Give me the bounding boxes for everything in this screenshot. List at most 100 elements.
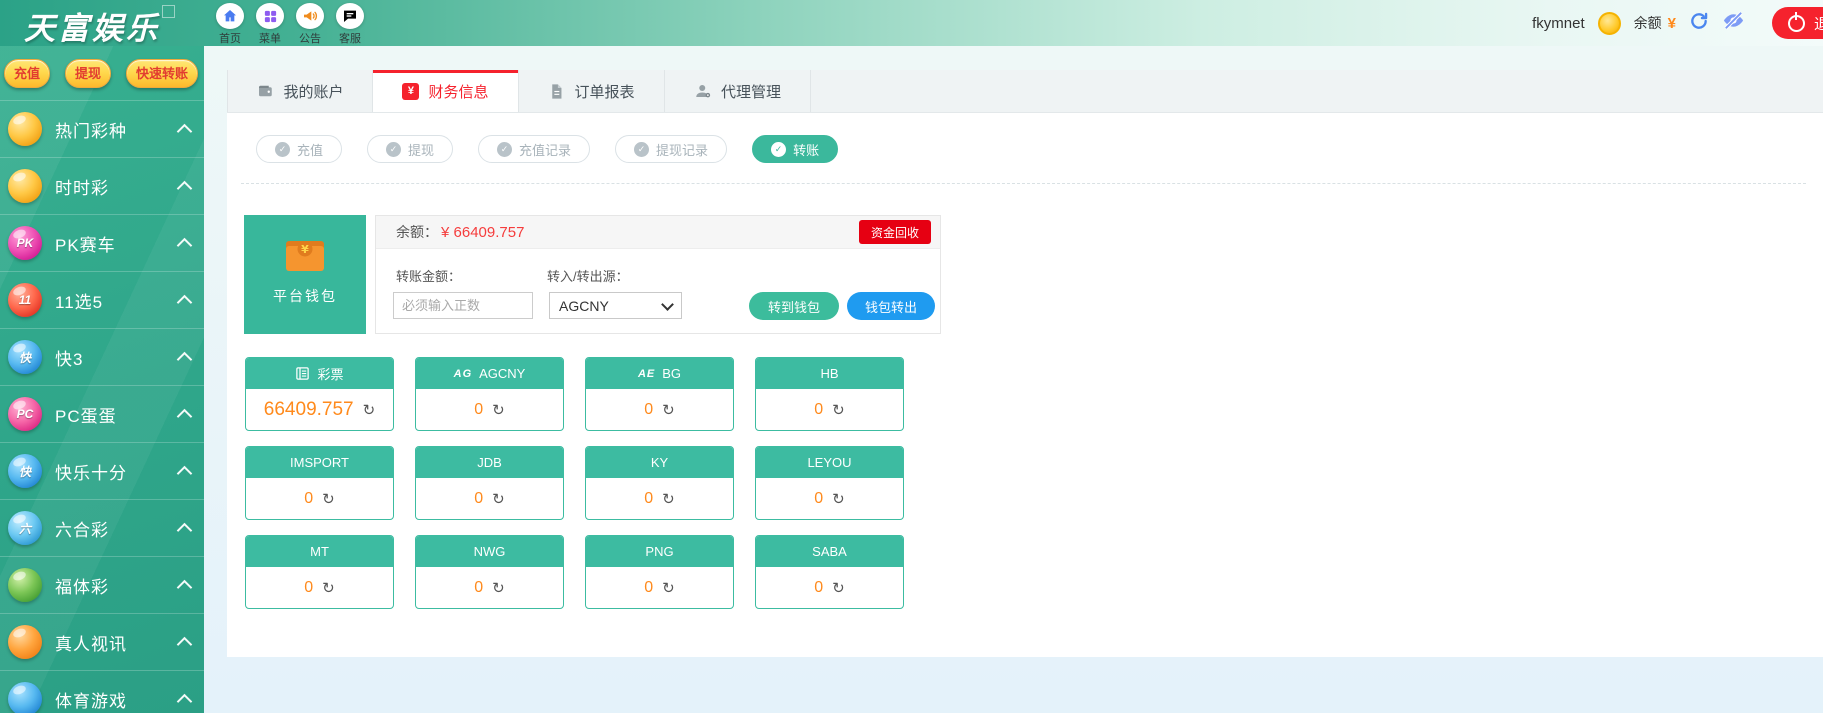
refresh-icon[interactable] xyxy=(363,401,376,419)
chevron-up-icon xyxy=(176,294,193,310)
chevron-up-icon xyxy=(176,693,193,709)
site-logo: 天富娱乐 xyxy=(24,3,175,48)
refresh-icon[interactable] xyxy=(322,579,335,597)
chevron-up-icon xyxy=(176,465,193,481)
wallet-card-imsport: IMSPORT 0 xyxy=(245,446,394,520)
source-select[interactable]: AGCNY xyxy=(549,292,682,319)
subtab-withdraw-history[interactable]: 提现记录 xyxy=(615,135,728,163)
announcement-icon xyxy=(296,3,324,29)
transfer-to-wallet-button[interactable]: 转到钱包 xyxy=(749,292,839,320)
refresh-icon[interactable] xyxy=(832,579,845,597)
wallet-balance: 0 xyxy=(644,489,654,507)
wallet-card-png: PNG 0 xyxy=(585,535,734,609)
tab-agent-management[interactable]: 代理管理 xyxy=(665,70,811,112)
chevron-up-icon xyxy=(176,123,193,139)
wallet-balance: 0 xyxy=(644,400,654,418)
nav-home[interactable]: 首页 xyxy=(210,0,250,46)
platform-wallet-label: 平台钱包 xyxy=(273,288,337,304)
service-icon xyxy=(336,3,364,29)
gold-ball-icon xyxy=(8,169,42,203)
sidebar-item-sports[interactable]: 体育游戏 xyxy=(0,670,204,713)
nav-menu[interactable]: 菜单 xyxy=(250,0,290,46)
balance-label: 余额： xyxy=(396,224,438,240)
wallet-balance: 0 xyxy=(474,578,484,596)
subtab-deposit-history[interactable]: 充值记录 xyxy=(478,135,591,163)
transfer-out-button[interactable]: 钱包转出 xyxy=(847,292,935,320)
sidebar-quick-buttons: 充值 提现 快速转账 xyxy=(4,59,198,88)
deposit-button[interactable]: 充值 xyxy=(4,59,51,88)
eye-off-icon[interactable] xyxy=(1722,9,1745,37)
balance-label: 余额 xyxy=(1633,15,1662,31)
red-ball-icon: 11 xyxy=(8,283,42,317)
sidebar-item-ssc[interactable]: 时时彩 xyxy=(0,157,204,214)
wallet-icon xyxy=(259,85,273,97)
refresh-icon[interactable] xyxy=(662,401,675,419)
nav-service[interactable]: 客服 xyxy=(330,0,370,46)
username: fkymnet xyxy=(1532,14,1585,32)
ag-badge-icon: AG xyxy=(453,367,473,380)
sidebar-item-liuhecai[interactable]: 六 六合彩 xyxy=(0,499,204,556)
refresh-icon[interactable] xyxy=(662,490,675,508)
wallet-card-bg: AE BG 0 xyxy=(585,357,734,431)
finance-subtabs: 充值 提现 充值记录 提现记录 转账 xyxy=(256,135,839,163)
transfer-panel-header: 余额： ¥ 66409.757 资金回收 xyxy=(376,216,940,249)
chevron-up-icon xyxy=(176,579,193,595)
subtab-withdraw[interactable]: 提现 xyxy=(367,135,454,163)
nav-announcement[interactable]: 公告 xyxy=(290,0,330,46)
blue-ball-icon xyxy=(8,682,42,713)
chevron-up-icon xyxy=(176,408,193,424)
refresh-icon[interactable] xyxy=(832,401,845,419)
topbar: 天富娱乐 首页 菜单 公告 客服 fkymnet 余额 ¥ 退 xyxy=(0,0,1823,46)
ae-badge-icon: AE xyxy=(637,367,656,380)
list-icon xyxy=(296,367,310,380)
refresh-icon[interactable] xyxy=(492,579,505,597)
sidebar-item-hot-lottery[interactable]: 热门彩种 xyxy=(0,100,204,157)
sidebar-item-futicai[interactable]: 福体彩 xyxy=(0,556,204,613)
sidebar-item-pc-dandan[interactable]: PC PC蛋蛋 xyxy=(0,385,204,442)
sidebar-item-pk-racing[interactable]: PK PK赛车 xyxy=(0,214,204,271)
wallet-balance: 0 xyxy=(304,489,314,507)
recycle-funds-button[interactable]: 资金回收 xyxy=(858,220,931,244)
refresh-icon[interactable] xyxy=(662,579,675,597)
logout-button[interactable]: 退出 xyxy=(1772,7,1823,39)
wallet-card-nwg: NWG 0 xyxy=(415,535,564,609)
logo-seal xyxy=(162,5,175,18)
main-tabbar: 我的账户 ¥ 财务信息 订单报表 代理管理 xyxy=(227,70,1823,113)
wallet-balance: 0 xyxy=(814,400,824,418)
balance-value: ¥ 66409.757 xyxy=(441,223,525,241)
check-circle-icon xyxy=(634,141,650,157)
refresh-icon[interactable] xyxy=(492,490,505,508)
check-circle-icon xyxy=(497,141,513,157)
refresh-balance-icon[interactable] xyxy=(1689,11,1709,36)
subtab-transfer[interactable]: 转账 xyxy=(752,135,839,163)
tab-my-account[interactable]: 我的账户 xyxy=(227,70,373,112)
menu-icon xyxy=(256,3,284,29)
sidebar: 充值 提现 快速转账 热门彩种 时时彩 PK PK赛车 11 11选5 快 快3 xyxy=(0,46,204,713)
tab-order-report[interactable]: 订单报表 xyxy=(519,70,665,112)
wallet-balance: 0 xyxy=(814,578,824,596)
topbar-account-area: fkymnet 余额 ¥ xyxy=(1532,0,1745,46)
transfer-amount-input[interactable] xyxy=(393,292,533,319)
withdraw-button[interactable]: 提现 xyxy=(64,59,111,88)
tab-finance-info[interactable]: ¥ 财务信息 xyxy=(373,70,519,112)
refresh-icon[interactable] xyxy=(492,401,505,419)
finance-yen-icon: ¥ xyxy=(402,82,420,100)
pink-ball-icon: PC xyxy=(8,397,42,431)
skyblue-ball-icon: 六 xyxy=(8,511,42,545)
refresh-icon[interactable] xyxy=(832,490,845,508)
sidebar-item-11x5[interactable]: 11 11选5 xyxy=(0,271,204,328)
wallet-card-hb: HB 0 xyxy=(755,357,904,431)
sidebar-item-kuaile10[interactable]: 快 快乐十分 xyxy=(0,442,204,499)
blue-ball-icon: 快 xyxy=(8,454,42,488)
home-icon xyxy=(216,3,244,29)
wallet-balance: 0 xyxy=(814,489,824,507)
chevron-down-icon xyxy=(661,297,674,311)
subtab-deposit[interactable]: 充值 xyxy=(256,135,343,163)
refresh-icon[interactable] xyxy=(322,490,335,508)
sidebar-item-live-video[interactable]: 真人视讯 xyxy=(0,613,204,670)
sidebar-item-kuai3[interactable]: 快 快3 xyxy=(0,328,204,385)
chevron-up-icon xyxy=(176,522,193,538)
source-label: 转入/转出源： xyxy=(547,269,629,284)
svg-text:¥: ¥ xyxy=(301,243,309,256)
quick-transfer-button[interactable]: 快速转账 xyxy=(125,59,198,88)
